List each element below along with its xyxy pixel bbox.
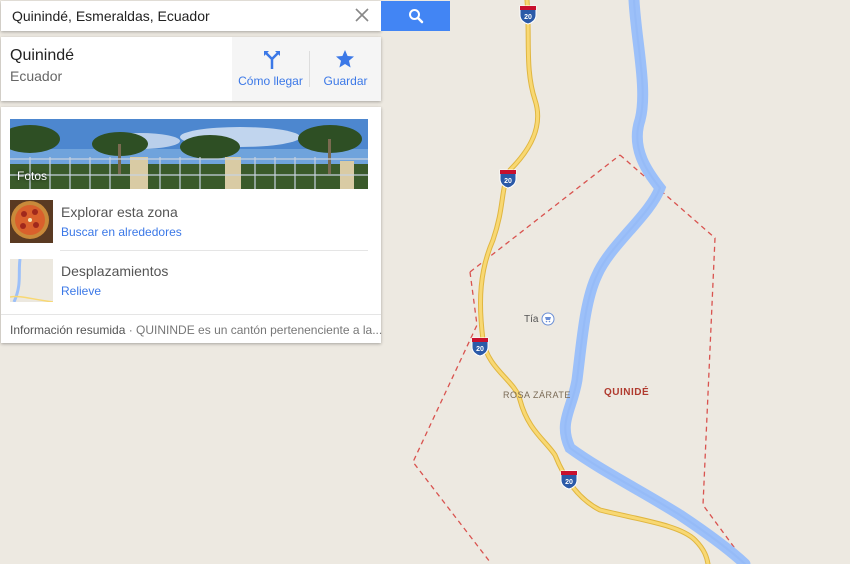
search-box — [1, 1, 381, 31]
photos-label: Fotos — [17, 169, 48, 183]
search-input[interactable] — [10, 7, 344, 25]
highway-shield: 20 — [499, 169, 517, 189]
star-icon — [336, 50, 354, 68]
highway-shield: 20 — [560, 470, 578, 490]
explore-link[interactable]: Buscar en alrededores — [61, 225, 182, 239]
poi-label[interactable]: Tía — [524, 314, 539, 325]
travel-row[interactable]: Desplazamientos Relieve — [10, 259, 368, 303]
travel-title: Desplazamientos — [61, 263, 169, 279]
highway-shield-label: 20 — [476, 346, 484, 353]
details-card: Fotos Explorar esta zona Buscar en alred… — [1, 107, 382, 343]
action-area: Cómo llegar Guardar — [232, 37, 381, 101]
shopping-cart-icon[interactable] — [541, 312, 555, 326]
city-label: QUINIDÉ — [604, 385, 649, 398]
travel-link[interactable]: Relieve — [61, 284, 101, 298]
map-thumbnail — [10, 259, 53, 302]
highway-shield: 20 — [519, 5, 537, 25]
place-country: Ecuador — [10, 68, 63, 84]
summary-heading: Información resumida — [10, 323, 126, 337]
summary-body: · QUININDE es un cantón pertenenciente a… — [125, 323, 383, 337]
highway-shield-label: 20 — [565, 479, 573, 486]
directions-label: Cómo llegar — [238, 74, 303, 88]
search-button[interactable] — [381, 1, 450, 31]
directions-icon — [264, 51, 280, 69]
divider — [60, 250, 368, 251]
save-button[interactable]: Guardar — [310, 37, 381, 101]
place-card: Quinindé Ecuador Cómo llegar Guardar — [1, 37, 381, 101]
search-icon — [408, 9, 423, 24]
highway-shield-label: 20 — [524, 14, 532, 21]
pizza-thumbnail — [10, 200, 53, 243]
highway-shield-label: 20 — [504, 178, 512, 185]
palm-trees-photo — [10, 119, 368, 189]
directions-button[interactable]: Cómo llegar — [232, 37, 309, 101]
save-label: Guardar — [323, 74, 368, 88]
highway-shield: 20 — [471, 337, 489, 357]
neighborhood-label: ROSA ZÁRATE — [503, 390, 571, 400]
photo-thumbnail[interactable]: Fotos — [10, 119, 368, 189]
divider — [1, 314, 381, 315]
explore-title: Explorar esta zona — [61, 204, 178, 220]
explore-row[interactable]: Explorar esta zona Buscar en alrededores — [10, 200, 368, 244]
summary-text[interactable]: Información resumida · QUININDE es un ca… — [10, 323, 382, 337]
place-title: Quinindé — [10, 47, 75, 64]
close-icon[interactable] — [353, 6, 371, 24]
